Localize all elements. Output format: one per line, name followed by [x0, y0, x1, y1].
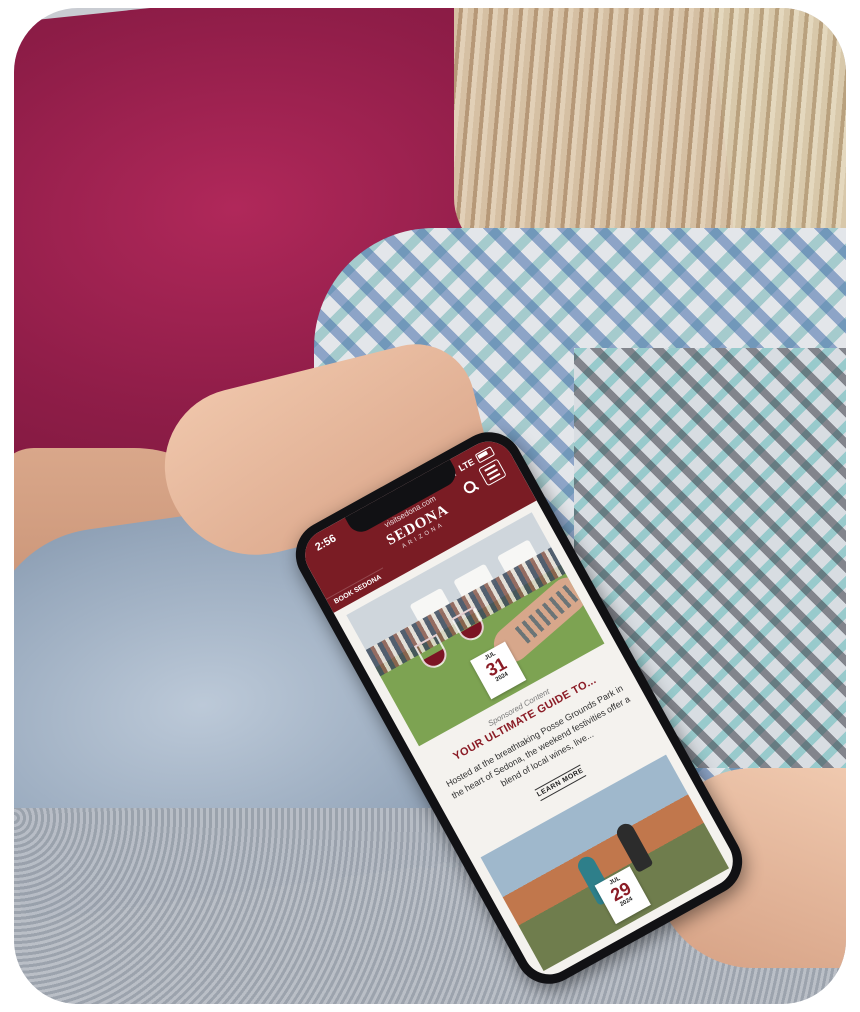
blanket-fringe: [454, 8, 846, 258]
learn-more-button[interactable]: LEARN MORE: [534, 764, 587, 802]
runner: [613, 820, 654, 874]
lifestyle-photo: 2:56 LTE visitsedona.com SEDONA ARIZONA: [14, 8, 846, 1004]
date-badge: JUL 29 2024: [594, 866, 651, 925]
